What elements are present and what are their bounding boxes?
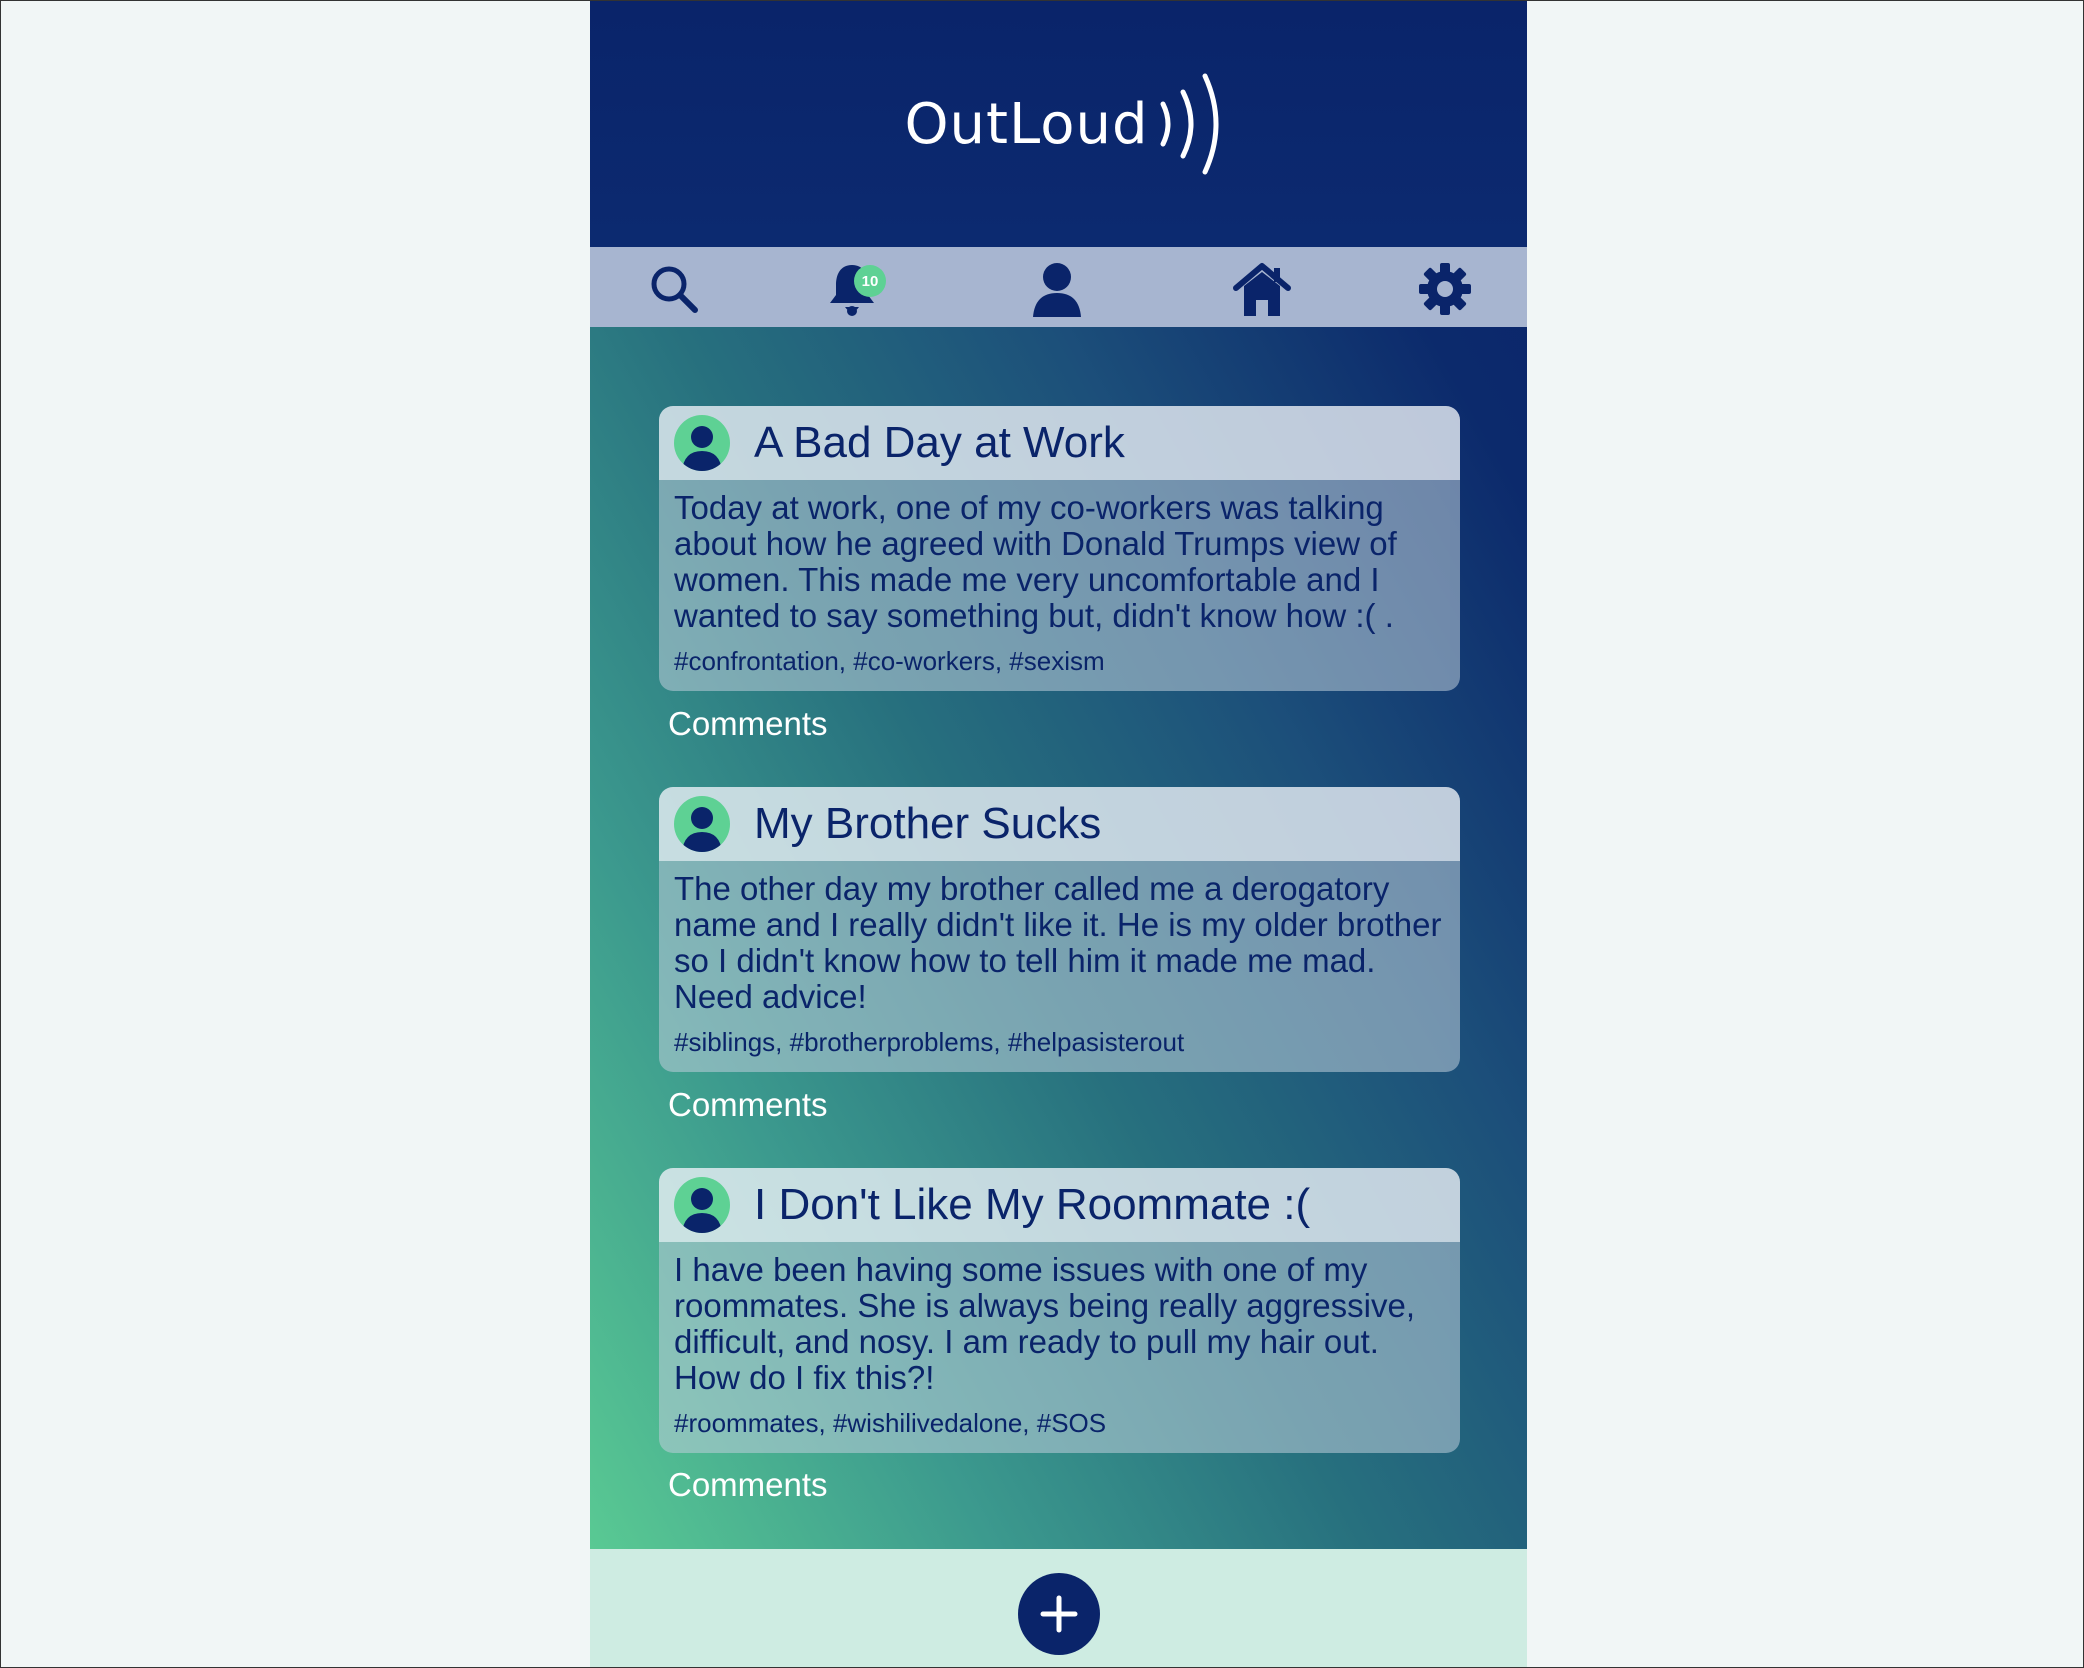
post-body: Today at work, one of my co-workers was … <box>659 480 1460 691</box>
post-card[interactable]: I Don't Like My Roommate :( I have been … <box>659 1168 1460 1453</box>
avatar <box>674 415 730 471</box>
post-card[interactable]: A Bad Day at Work Today at work, one of … <box>659 406 1460 691</box>
new-post-button[interactable] <box>1018 1573 1100 1655</box>
post-text: Today at work, one of my co-workers was … <box>674 489 1397 634</box>
search-icon <box>651 266 698 313</box>
post-text: I have been having some issues with one … <box>674 1251 1416 1396</box>
user-avatar-icon <box>682 807 722 852</box>
post-title: My Brother Sucks <box>754 799 1102 848</box>
post-title: A Bad Day at Work <box>754 418 1125 467</box>
user-icon <box>1033 263 1081 317</box>
nav-bar: 10 <box>590 247 1527 327</box>
bottom-bar <box>590 1549 1527 1667</box>
comments-link[interactable]: Comments <box>668 705 828 743</box>
notification-badge: 10 <box>854 265 886 297</box>
nav-notifications-button[interactable]: 10 <box>822 259 886 319</box>
post-header: My Brother Sucks <box>659 787 1460 861</box>
post-tags: #confrontation, #co-workers, #sexism <box>674 646 1105 676</box>
post-body: The other day my brother called me a der… <box>659 861 1460 1072</box>
app-header: OutLoud <box>590 1 1527 247</box>
post-title: I Don't Like My Roommate :( <box>754 1180 1311 1229</box>
nav-profile-button[interactable] <box>1027 259 1087 319</box>
nav-home-button[interactable] <box>1232 259 1292 319</box>
plus-icon <box>1040 1595 1078 1633</box>
gear-icon <box>1419 263 1471 315</box>
avatar <box>674 1177 730 1233</box>
logo-text: OutLoud <box>904 91 1149 157</box>
user-avatar-icon <box>682 1188 722 1233</box>
post-tags: #siblings, #brotherproblems, #helpasiste… <box>674 1027 1185 1057</box>
post-body: I have been having some issues with one … <box>659 1242 1460 1453</box>
user-avatar-icon <box>682 426 722 471</box>
comments-link[interactable]: Comments <box>668 1466 828 1504</box>
nav-settings-button[interactable] <box>1415 259 1475 319</box>
post-card[interactable]: My Brother Sucks The other day my brothe… <box>659 787 1460 1072</box>
app-logo[interactable]: OutLoud <box>904 64 1232 184</box>
post-tags: #roommates, #wishilivedalone, #SOS <box>674 1408 1107 1438</box>
avatar <box>674 796 730 852</box>
home-icon <box>1233 263 1291 316</box>
sound-waves-icon <box>1160 73 1218 175</box>
post-text: The other day my brother called me a der… <box>674 870 1442 1015</box>
comments-link[interactable]: Comments <box>668 1086 828 1124</box>
app-screen: OutLoud 10 A Bad Day at Work Today at wo… <box>590 1 1527 1667</box>
post-header: I Don't Like My Roommate :( <box>659 1168 1460 1242</box>
post-header: A Bad Day at Work <box>659 406 1460 480</box>
nav-search-button[interactable] <box>644 259 704 319</box>
